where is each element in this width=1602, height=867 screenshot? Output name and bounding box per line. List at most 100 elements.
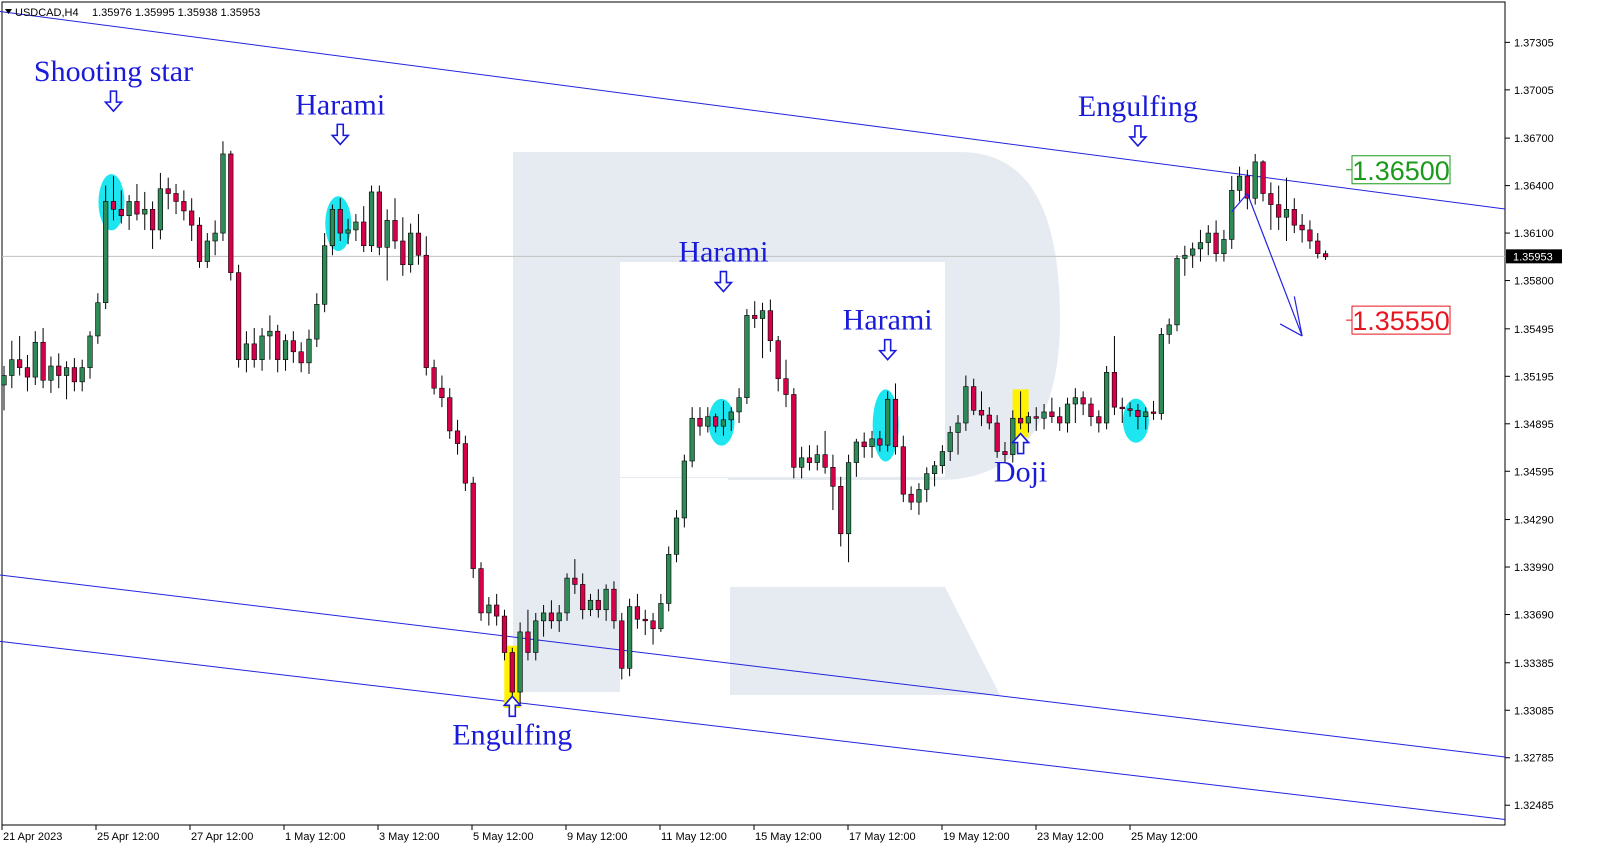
candle-body bbox=[24, 367, 31, 378]
candle-body bbox=[1197, 242, 1204, 250]
candle-body bbox=[1299, 224, 1305, 231]
candle-body bbox=[877, 438, 883, 446]
candle-body bbox=[548, 612, 554, 622]
pattern-label: Engulfing bbox=[1078, 90, 1198, 123]
candle-body bbox=[1291, 209, 1297, 226]
pattern-label: Doji bbox=[994, 456, 1047, 489]
candle-body bbox=[869, 438, 875, 448]
candle-body bbox=[1166, 324, 1172, 335]
candle-body bbox=[822, 454, 828, 468]
candle-body bbox=[322, 245, 328, 305]
candle-body bbox=[572, 577, 578, 585]
y-tick-label: 1.33990 bbox=[1514, 562, 1554, 574]
candle-body bbox=[181, 201, 187, 212]
candle-body bbox=[345, 229, 351, 234]
candle-body bbox=[1002, 451, 1008, 455]
candle-body bbox=[1017, 417, 1024, 424]
candle-body bbox=[275, 330, 281, 360]
down-arrow-icon bbox=[103, 90, 124, 113]
candle-body bbox=[658, 603, 664, 630]
price-level-target-up[interactable]: 1.36500 bbox=[1346, 155, 1451, 186]
y-tick-label: 1.32485 bbox=[1514, 800, 1554, 812]
candle-body bbox=[204, 240, 210, 262]
candle-body bbox=[17, 359, 23, 368]
candle-body bbox=[1260, 161, 1266, 194]
candle-body bbox=[314, 303, 320, 340]
candle-body bbox=[533, 620, 539, 653]
price-level-target-down[interactable]: 1.35550 bbox=[1346, 305, 1451, 336]
candle-body bbox=[1182, 254, 1188, 259]
chart-header: USDCAD,H4 1.35976 1.35995 1.35938 1.3595… bbox=[5, 7, 260, 19]
candle-body bbox=[1057, 416, 1063, 424]
candle-body bbox=[963, 386, 969, 424]
x-tick-label: 5 May 12:00 bbox=[473, 831, 534, 843]
candle-body bbox=[619, 620, 625, 669]
candle-body bbox=[525, 631, 531, 653]
y-tick-label: 1.34595 bbox=[1514, 466, 1554, 478]
candlestick-chart[interactable]: Shooting star Harami Harami Harami Engulfing… bbox=[0, 0, 1602, 867]
candle-body bbox=[713, 416, 719, 427]
candle-body bbox=[752, 315, 758, 319]
candle-body bbox=[1010, 417, 1016, 455]
down-arrow-icon bbox=[1128, 125, 1148, 148]
y-tick-label: 1.37305 bbox=[1514, 37, 1554, 49]
current-price-label: 1.35953 bbox=[1513, 251, 1553, 263]
candle-body bbox=[978, 410, 985, 416]
candle-body bbox=[705, 416, 711, 427]
candle-body bbox=[40, 341, 46, 381]
y-tick-label: 1.35800 bbox=[1514, 276, 1554, 288]
candle-body bbox=[306, 338, 312, 364]
chart-ohlc: 1.35976 1.35995 1.35938 1.35953 bbox=[92, 7, 260, 19]
y-tick-label: 1.34290 bbox=[1514, 515, 1554, 527]
x-tick-label: 25 Apr 12:00 bbox=[97, 831, 159, 843]
y-tick-label: 1.36400 bbox=[1514, 181, 1554, 193]
candle-body bbox=[408, 232, 414, 266]
candle-body bbox=[994, 422, 1000, 452]
candle-body bbox=[720, 419, 727, 427]
candle-body bbox=[486, 604, 492, 614]
watermark-logo bbox=[513, 152, 1060, 695]
chart-area[interactable]: Shooting star Harami Harami Harami Engulfing… bbox=[0, 0, 1602, 867]
candle-body bbox=[626, 606, 633, 669]
candle-body bbox=[243, 343, 250, 360]
forecast-arrow[interactable] bbox=[1231, 192, 1303, 337]
candle-body bbox=[462, 443, 468, 484]
candle-body bbox=[1150, 411, 1157, 414]
x-tick-label: 23 May 12:00 bbox=[1037, 831, 1104, 843]
candle-body bbox=[103, 201, 109, 304]
y-tick-label: 1.36700 bbox=[1514, 133, 1554, 145]
candle-body bbox=[580, 584, 586, 611]
candle-body bbox=[1111, 372, 1118, 408]
candle-body bbox=[149, 209, 156, 231]
candle-body bbox=[1174, 258, 1180, 326]
x-tick-label: 25 May 12:00 bbox=[1131, 831, 1198, 843]
candle-body bbox=[71, 367, 77, 383]
y-tick-label: 1.33690 bbox=[1514, 610, 1554, 622]
candle-body bbox=[681, 460, 687, 519]
candle-body bbox=[783, 378, 789, 395]
candle-body bbox=[454, 430, 461, 444]
candle-body bbox=[892, 398, 899, 448]
candle-body bbox=[368, 191, 375, 247]
candle-body bbox=[439, 387, 445, 398]
candle-body bbox=[650, 620, 656, 630]
candle-body bbox=[759, 310, 766, 319]
y-tick-label: 1.36100 bbox=[1514, 228, 1554, 240]
candle-body bbox=[885, 398, 891, 446]
candle-body bbox=[814, 454, 820, 463]
candle-body bbox=[501, 615, 508, 653]
down-arrow-icon bbox=[330, 123, 351, 146]
candle-body bbox=[400, 240, 406, 266]
candle-body bbox=[1127, 408, 1133, 411]
candle-body bbox=[540, 612, 547, 622]
candle-body bbox=[126, 201, 132, 216]
candle-body bbox=[384, 220, 390, 248]
price-level-label: 1.36500 bbox=[1352, 156, 1450, 186]
forecast-arrow-head bbox=[1293, 296, 1303, 337]
candle-body bbox=[1049, 411, 1055, 417]
candle-body bbox=[806, 457, 813, 463]
candle-body bbox=[165, 188, 171, 194]
candle-body bbox=[220, 153, 226, 234]
candle-body bbox=[916, 489, 922, 503]
candle-body bbox=[157, 188, 164, 231]
